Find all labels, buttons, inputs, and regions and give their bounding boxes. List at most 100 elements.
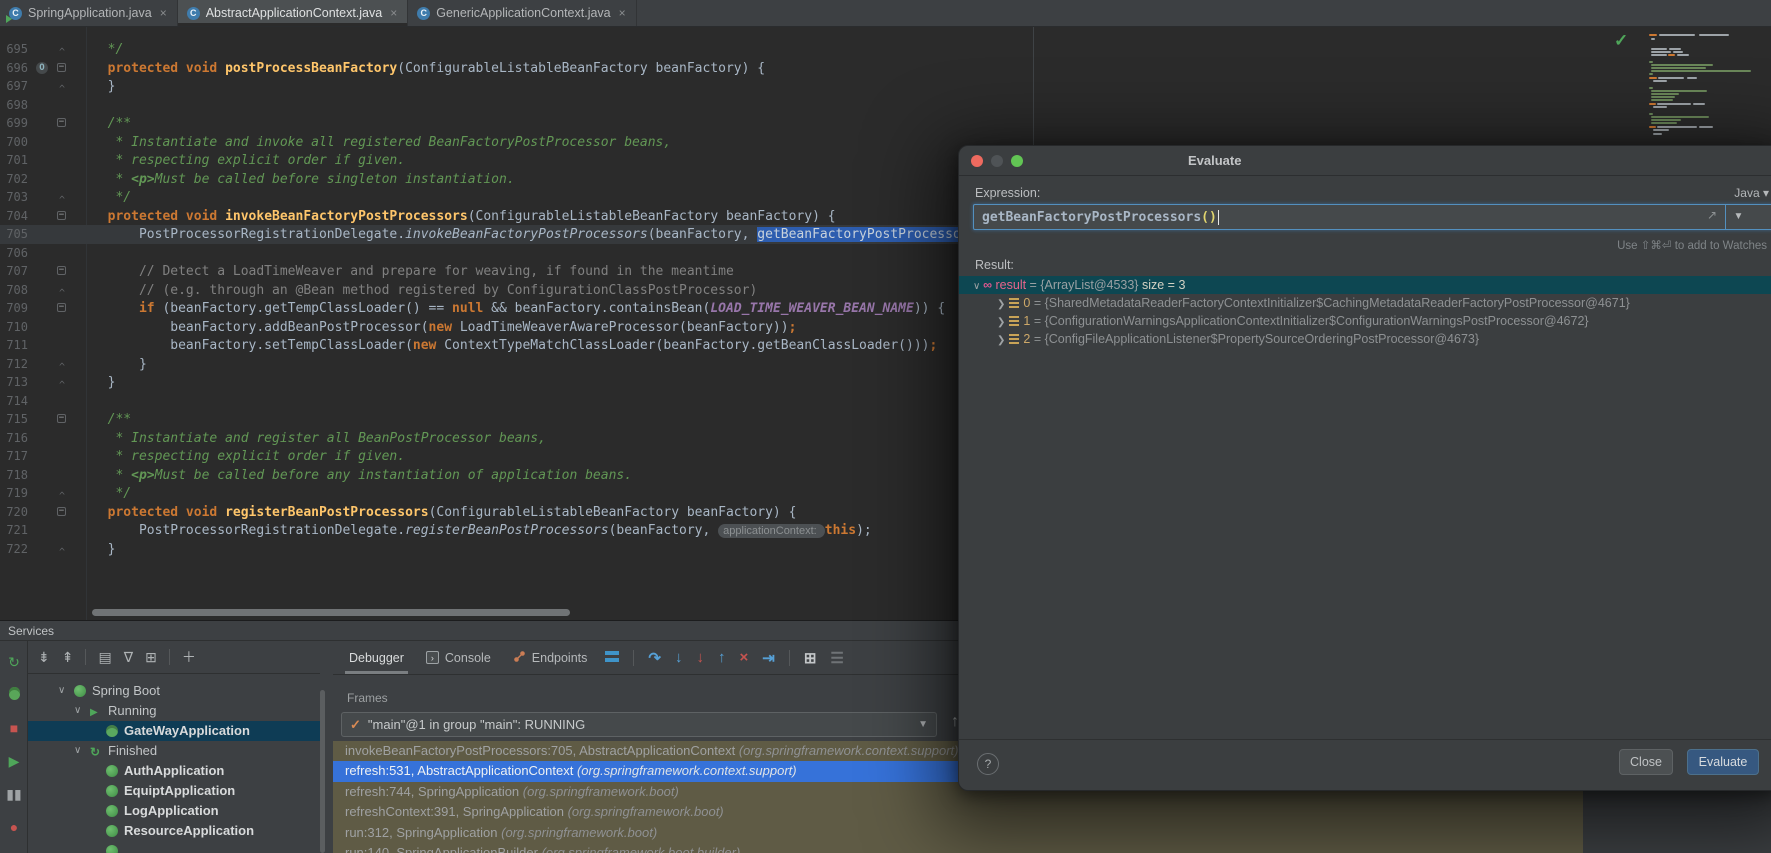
threads-view-icon[interactable] xyxy=(605,649,619,666)
editor-horizontal-scrollbar[interactable] xyxy=(92,609,570,616)
pause-icon[interactable]: ▮▮ xyxy=(0,783,28,805)
services-tree-item-spring boot[interactable]: ∨Spring Boot xyxy=(28,681,320,701)
stack-frame-row[interactable]: run:312, SpringApplication (org.springfr… xyxy=(333,823,1583,843)
services-scrollbar[interactable] xyxy=(320,690,325,853)
code-line[interactable]: 698 xyxy=(0,96,1771,115)
line-number[interactable]: 709 xyxy=(0,299,28,318)
expand-all-icon[interactable]: ⇟ xyxy=(38,649,50,666)
fold-icon[interactable]: − xyxy=(57,266,66,275)
chevron-down-icon[interactable]: ∨ xyxy=(74,701,81,721)
line-number[interactable]: 703 xyxy=(0,188,28,207)
resume-icon[interactable]: ▶ xyxy=(0,750,28,772)
editor-tab[interactable]: CAbstractApplicationContext.java× xyxy=(178,0,409,26)
result-child-row[interactable]: ❯0 = {SharedMetadataReaderFactoryContext… xyxy=(959,294,1771,312)
expand-editor-icon[interactable]: ↗ xyxy=(1707,208,1717,222)
code-line[interactable]: 695^ */ xyxy=(0,40,1771,59)
line-number[interactable]: 716 xyxy=(0,429,28,448)
line-number[interactable]: 700 xyxy=(0,133,28,152)
language-selector[interactable]: Java ▾ xyxy=(1734,186,1769,200)
evaluate-button[interactable]: Evaluate xyxy=(1687,749,1759,775)
step-out-icon[interactable]: ↑ xyxy=(718,649,726,666)
preview-icon[interactable]: ⊞ xyxy=(145,649,157,666)
close-icon[interactable]: × xyxy=(390,6,397,20)
fold-icon[interactable]: − xyxy=(57,414,66,423)
stop-process-icon[interactable]: ● xyxy=(0,816,28,838)
expression-input[interactable]: getBeanFactoryPostProcessors() xyxy=(973,204,1771,230)
step-into-icon[interactable]: ↓ xyxy=(675,649,683,666)
thread-selector[interactable]: ✓ "main"@1 in group "main": RUNNING ▼ xyxy=(341,712,937,737)
services-tree-item-authapplication[interactable]: AuthApplication xyxy=(28,761,320,781)
services-tree-item-equiptapplication[interactable]: EquiptApplication xyxy=(28,781,320,801)
collapse-all-icon[interactable]: ⇞ xyxy=(62,649,74,666)
chevron-down-icon[interactable]: ∨ xyxy=(973,281,983,292)
tab-debugger[interactable]: Debugger xyxy=(345,641,408,674)
line-number[interactable]: 698 xyxy=(0,96,28,115)
close-icon[interactable]: × xyxy=(160,6,167,20)
line-number[interactable]: 719 xyxy=(0,484,28,503)
evaluate-expression-icon[interactable]: ⊞ xyxy=(804,649,817,667)
chevron-right-icon[interactable]: ❯ xyxy=(997,299,1005,310)
chevron-right-icon[interactable]: ❯ xyxy=(997,317,1005,328)
line-number[interactable]: 712 xyxy=(0,355,28,374)
code-line[interactable]: 696−O protected void postProcessBeanFact… xyxy=(0,59,1771,78)
add-service-icon[interactable]: ＋ xyxy=(182,647,196,667)
editor-tab[interactable]: CSpringApplication.java× xyxy=(0,0,178,26)
services-tree-item-running[interactable]: ∨Running xyxy=(28,701,320,721)
rerun-icon[interactable]: ↻ xyxy=(0,651,28,673)
mute-breakpoints-icon[interactable]: ⊘ xyxy=(0,849,28,853)
line-number[interactable]: 713 xyxy=(0,373,28,392)
step-over-icon[interactable]: ↷ xyxy=(648,649,661,667)
line-number[interactable]: 707 xyxy=(0,262,28,281)
run-to-cursor-icon[interactable]: ⇥ xyxy=(762,649,775,667)
tab-endpoints[interactable]: Endpoints xyxy=(509,641,592,674)
code-minimap[interactable] xyxy=(1641,30,1771,146)
fold-icon[interactable]: − xyxy=(57,303,66,312)
line-number[interactable]: 721 xyxy=(0,521,28,540)
chevron-down-icon[interactable]: ∨ xyxy=(74,741,81,761)
dialog-titlebar[interactable]: Evaluate xyxy=(959,146,1771,176)
line-number[interactable]: 710 xyxy=(0,318,28,337)
line-number[interactable]: 717 xyxy=(0,447,28,466)
drop-frame-icon[interactable]: × xyxy=(739,649,748,666)
stack-frame-row[interactable]: refreshContext:391, SpringApplication (o… xyxy=(333,802,1583,822)
code-line[interactable]: 699− /** xyxy=(0,114,1771,133)
line-number[interactable]: 697 xyxy=(0,77,28,96)
line-number[interactable]: 702 xyxy=(0,170,28,189)
zoom-window-icon[interactable] xyxy=(1011,155,1023,167)
tab-console[interactable]: ›Console xyxy=(422,641,495,674)
line-number[interactable]: 708 xyxy=(0,281,28,300)
fold-icon[interactable]: − xyxy=(57,63,66,72)
services-tree-item-finished[interactable]: ∨Finished xyxy=(28,741,320,761)
line-number[interactable]: 711 xyxy=(0,336,28,355)
line-number[interactable]: 699 xyxy=(0,114,28,133)
code-line[interactable]: 697^ } xyxy=(0,77,1771,96)
line-number[interactable]: 696 xyxy=(0,59,28,78)
close-button[interactable]: Close xyxy=(1619,749,1673,775)
line-number[interactable]: 714 xyxy=(0,392,28,411)
chevron-right-icon[interactable]: ❯ xyxy=(997,335,1005,346)
line-number[interactable]: 706 xyxy=(0,244,28,263)
fold-icon[interactable]: − xyxy=(57,507,66,516)
fold-icon[interactable]: − xyxy=(57,211,66,220)
editor-tab[interactable]: CGenericApplicationContext.java× xyxy=(408,0,636,26)
stop-icon[interactable]: ■ xyxy=(0,717,28,739)
services-tree-item-resourceapplication[interactable]: ResourceApplication xyxy=(28,821,320,841)
services-tree-item-gatewayapplication[interactable]: GateWayApplication xyxy=(28,721,320,741)
close-icon[interactable]: × xyxy=(619,6,626,20)
line-number[interactable]: 704 xyxy=(0,207,28,226)
services-tree-item-logapplication[interactable]: LogApplication xyxy=(28,801,320,821)
debug-icon[interactable] xyxy=(0,684,28,706)
chevron-down-icon[interactable]: ∨ xyxy=(58,681,65,701)
result-root-row[interactable]: ∨ ∞ result = {ArrayList@4533} size = 3 xyxy=(959,276,1771,294)
force-step-into-icon[interactable]: ↓ xyxy=(696,649,704,666)
line-number[interactable]: 705 xyxy=(0,225,28,244)
result-child-row[interactable]: ❯2 = {ConfigFileApplicationListener$Prop… xyxy=(959,330,1771,348)
filter-icon[interactable]: ∇ xyxy=(124,649,133,666)
fold-icon[interactable]: − xyxy=(57,118,66,127)
inspections-ok-icon[interactable]: ✓ xyxy=(1614,31,1628,51)
result-child-row[interactable]: ❯1 = {ConfigurationWarningsApplicationCo… xyxy=(959,312,1771,330)
line-number[interactable]: 701 xyxy=(0,151,28,170)
line-number[interactable]: 715 xyxy=(0,410,28,429)
close-window-icon[interactable] xyxy=(971,155,983,167)
line-number[interactable]: 695 xyxy=(0,40,28,59)
